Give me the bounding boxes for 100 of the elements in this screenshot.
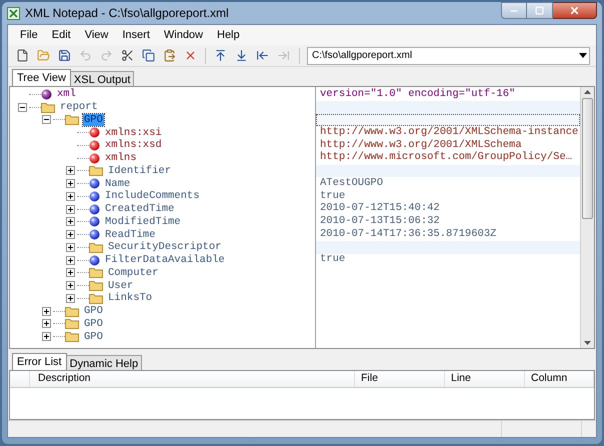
collapse-icon[interactable] bbox=[18, 102, 27, 112]
folder-icon bbox=[89, 165, 103, 176]
undo-icon bbox=[79, 49, 92, 62]
column-header[interactable]: Description bbox=[30, 371, 355, 387]
file-icon bbox=[16, 49, 29, 62]
scissors-icon bbox=[121, 49, 134, 62]
paste-icon bbox=[163, 49, 176, 62]
close-button[interactable] bbox=[553, 2, 597, 19]
column-header[interactable]: File bbox=[355, 371, 445, 387]
expand-icon[interactable] bbox=[66, 166, 75, 176]
tree-node-label[interactable]: Computer bbox=[107, 266, 160, 279]
tree-node-label[interactable]: xmlns:xsd bbox=[104, 139, 163, 152]
save-button[interactable] bbox=[56, 47, 73, 64]
focused-value-row[interactable] bbox=[316, 114, 580, 126]
node-value[interactable]: http://www.w3.org/2001/XMLSchema-instance bbox=[320, 124, 578, 140]
menu-item[interactable]: Help bbox=[211, 26, 246, 44]
sphere-icon bbox=[89, 229, 100, 240]
expand-icon[interactable] bbox=[66, 192, 75, 201]
sphere-icon bbox=[89, 216, 100, 228]
menu-item[interactable]: File bbox=[14, 26, 44, 44]
folder-icon bbox=[37, 49, 50, 62]
folder-icon bbox=[89, 280, 103, 292]
folder-icon bbox=[65, 331, 79, 342]
tree-node-label[interactable]: Name bbox=[104, 178, 132, 190]
sphere-icon bbox=[89, 254, 100, 266]
node-value[interactable]: ATestOUGPO bbox=[320, 176, 384, 192]
folder-icon bbox=[89, 292, 103, 304]
tree-node-label[interactable]: ModifiedTime bbox=[104, 216, 182, 228]
scroll-down-icon[interactable] bbox=[584, 341, 591, 345]
tree-node-label[interactable]: FilterDataAvailable bbox=[104, 254, 226, 266]
expand-icon[interactable] bbox=[66, 242, 75, 252]
arrow-down-icon bbox=[235, 49, 248, 62]
expand-icon[interactable] bbox=[42, 319, 51, 328]
expand-icon[interactable] bbox=[66, 204, 75, 214]
tree-node-label[interactable]: SecurityDescriptor bbox=[107, 241, 222, 254]
column-header[interactable]: Column bbox=[525, 371, 594, 387]
expand-icon[interactable] bbox=[42, 306, 51, 316]
sphere-icon bbox=[89, 152, 100, 164]
folder-icon bbox=[41, 102, 55, 113]
expand-icon[interactable] bbox=[66, 179, 75, 188]
arrow-up-icon bbox=[214, 49, 227, 62]
expand-icon[interactable] bbox=[66, 294, 75, 303]
menu-item[interactable]: Edit bbox=[46, 26, 77, 44]
dropdown-arrow-icon bbox=[579, 53, 587, 58]
tree-node-label[interactable]: User bbox=[107, 280, 134, 292]
expand-icon[interactable] bbox=[66, 268, 75, 278]
maximize-icon bbox=[535, 6, 544, 15]
tab[interactable]: Dynamic Help bbox=[66, 355, 142, 370]
vertical-scrollbar[interactable] bbox=[580, 87, 594, 348]
arrow-right-icon bbox=[277, 49, 290, 62]
tree-node-label[interactable]: report bbox=[59, 101, 99, 114]
menu-item[interactable]: Window bbox=[158, 26, 209, 44]
sphere-icon bbox=[89, 204, 100, 215]
column-header[interactable]: Line bbox=[445, 371, 525, 387]
folder-icon bbox=[65, 318, 79, 330]
sphere-icon bbox=[89, 140, 100, 151]
tree-node-label[interactable]: LinksTo bbox=[107, 292, 154, 304]
tree-node-label[interactable]: xml bbox=[56, 88, 77, 100]
sphere-icon bbox=[89, 178, 100, 190]
expand-icon[interactable] bbox=[66, 256, 75, 265]
location-value: C:\fso\allgporeport.xml bbox=[312, 49, 414, 63]
tree-node-label[interactable]: xmlns bbox=[104, 152, 138, 164]
tree-node-label[interactable]: CreatedTime bbox=[104, 203, 176, 216]
expand-icon[interactable] bbox=[42, 332, 51, 342]
folder-icon bbox=[89, 242, 103, 253]
menu-item[interactable]: Insert bbox=[116, 26, 156, 44]
node-value[interactable]: http://www.microsoft.com/GroupPolicy/Se… bbox=[320, 150, 572, 166]
save-icon bbox=[58, 49, 71, 62]
copy-button[interactable] bbox=[140, 47, 157, 64]
arrow-left-icon bbox=[256, 49, 269, 62]
location-combo[interactable]: C:\fso\allgporeport.xml bbox=[307, 46, 590, 64]
folder-icon bbox=[65, 114, 79, 126]
tree-node-label[interactable]: IncludeComments bbox=[104, 190, 201, 202]
window-title: XML Notepad - C:\fso\allgporeport.xml bbox=[25, 5, 229, 22]
maximize-button[interactable] bbox=[527, 2, 553, 19]
collapse-icon[interactable] bbox=[42, 115, 51, 124]
app-icon bbox=[7, 6, 20, 20]
scroll-up-icon[interactable] bbox=[584, 90, 591, 94]
expand-icon[interactable] bbox=[66, 281, 75, 290]
node-value[interactable]: true bbox=[320, 252, 346, 268]
tree-node-label[interactable]: GPO bbox=[83, 330, 104, 343]
tree-node-label[interactable]: GPO bbox=[83, 114, 104, 126]
folder-icon bbox=[65, 306, 79, 317]
tree-node-label[interactable]: xmlns:xsi bbox=[104, 126, 163, 139]
expand-icon[interactable] bbox=[66, 217, 75, 226]
tree-node-label[interactable]: GPO bbox=[83, 318, 104, 330]
minimize-button[interactable] bbox=[501, 2, 527, 19]
sphere-icon bbox=[41, 88, 52, 100]
node-value[interactable]: version="1.0" encoding="utf-16" bbox=[320, 87, 516, 102]
tree-node-label[interactable]: GPO bbox=[83, 305, 104, 318]
tab[interactable]: XSL Output bbox=[70, 71, 134, 86]
expand-icon[interactable] bbox=[66, 230, 75, 240]
close-icon bbox=[569, 5, 580, 16]
tree-node-label[interactable]: ReadTime bbox=[104, 228, 156, 241]
tab[interactable]: Tree View bbox=[12, 69, 71, 86]
tab[interactable]: Error List bbox=[12, 353, 67, 370]
sphere-icon bbox=[89, 190, 100, 202]
tree-node-label[interactable]: Identifier bbox=[107, 164, 172, 177]
menu-item[interactable]: View bbox=[78, 26, 114, 44]
folder-icon bbox=[89, 267, 103, 278]
